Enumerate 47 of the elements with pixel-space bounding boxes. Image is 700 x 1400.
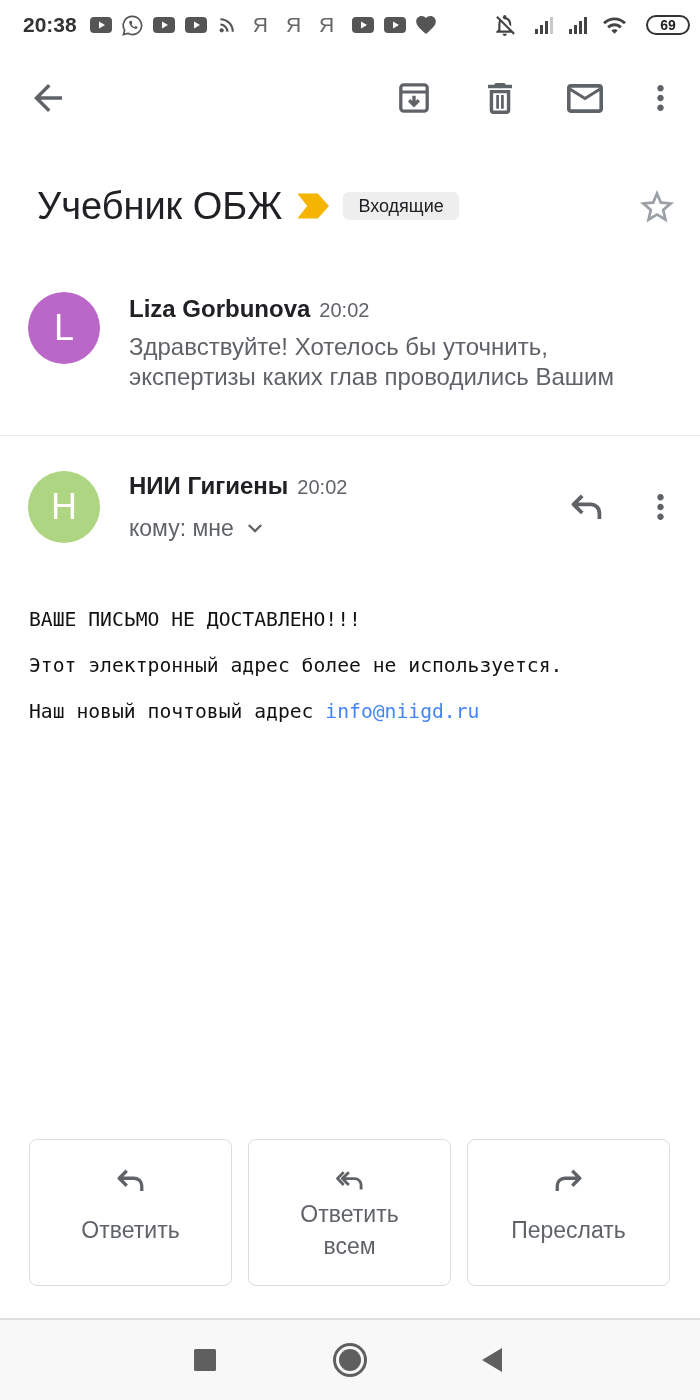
forward-button[interactable]: Переслать	[467, 1139, 670, 1286]
email-link[interactable]: info@niigd.ru	[325, 700, 480, 723]
video-play-icon	[184, 17, 207, 33]
reply-all-arrow-icon	[336, 1169, 363, 1192]
wifi-icon	[603, 16, 626, 34]
label-chip: Входящие	[343, 192, 459, 220]
muted-bell-icon	[496, 14, 515, 36]
notification-glyph: Я	[252, 14, 268, 36]
status-time: 20:38	[23, 13, 77, 37]
reply-arrow-icon	[570, 493, 602, 520]
back-arrow-icon	[34, 84, 62, 112]
video-play-icon	[89, 17, 112, 33]
message-text: ВАШЕ ПИСЬМО НЕ ДОСТАВЛЕНО!!!	[29, 607, 362, 633]
video-play-icon	[352, 17, 375, 33]
reply-button[interactable]: Ответить	[29, 1139, 232, 1286]
signal-strength-icon	[569, 16, 587, 34]
sender-avatar: L	[28, 292, 100, 364]
back-triangle-icon[interactable]	[482, 1348, 502, 1372]
sender-name: Liza Gorbunova	[129, 295, 311, 322]
battery-indicator: 69	[646, 15, 690, 35]
notification-glyph: Я	[285, 14, 302, 36]
signal-strength-icon	[535, 16, 553, 34]
notification-glyph: Я	[319, 14, 335, 36]
video-play-icon	[152, 17, 175, 33]
email-subject: Учебник ОБЖ	[37, 184, 283, 228]
recipient-details-toggle[interactable]: кому: мне	[129, 513, 262, 543]
reply-all-button[interactable]: Ответить всем	[248, 1139, 451, 1286]
message-time: 20:02	[319, 299, 370, 321]
chat-phone-icon	[121, 14, 143, 36]
video-play-icon	[384, 17, 407, 33]
chevron-down-icon	[247, 523, 262, 533]
message-text: Наш новый почтовый адрес info@niigd.ru	[29, 699, 481, 725]
reply-arrow-icon	[117, 1169, 144, 1192]
rss-feed-icon	[218, 17, 235, 33]
forward-arrow-icon	[555, 1169, 582, 1192]
more-vert-icon	[656, 85, 664, 111]
heart-icon	[416, 16, 437, 34]
trash-icon	[488, 82, 512, 114]
home-circle-icon[interactable]	[333, 1343, 367, 1377]
message-time: 20:02	[297, 476, 348, 498]
message-snippet: Здравствуйте! Хотелось бы уточнить, экспертизы каких глав проводились Вашим	[129, 332, 615, 392]
sender-name: НИИ Гигиены	[129, 472, 289, 499]
more-vert-icon	[656, 493, 664, 520]
message-text: Этот электронный адрес более не используется.	[29, 653, 564, 679]
sender-avatar: Н	[28, 470, 100, 543]
envelope-icon	[567, 83, 603, 113]
archive-box-icon	[399, 83, 429, 113]
